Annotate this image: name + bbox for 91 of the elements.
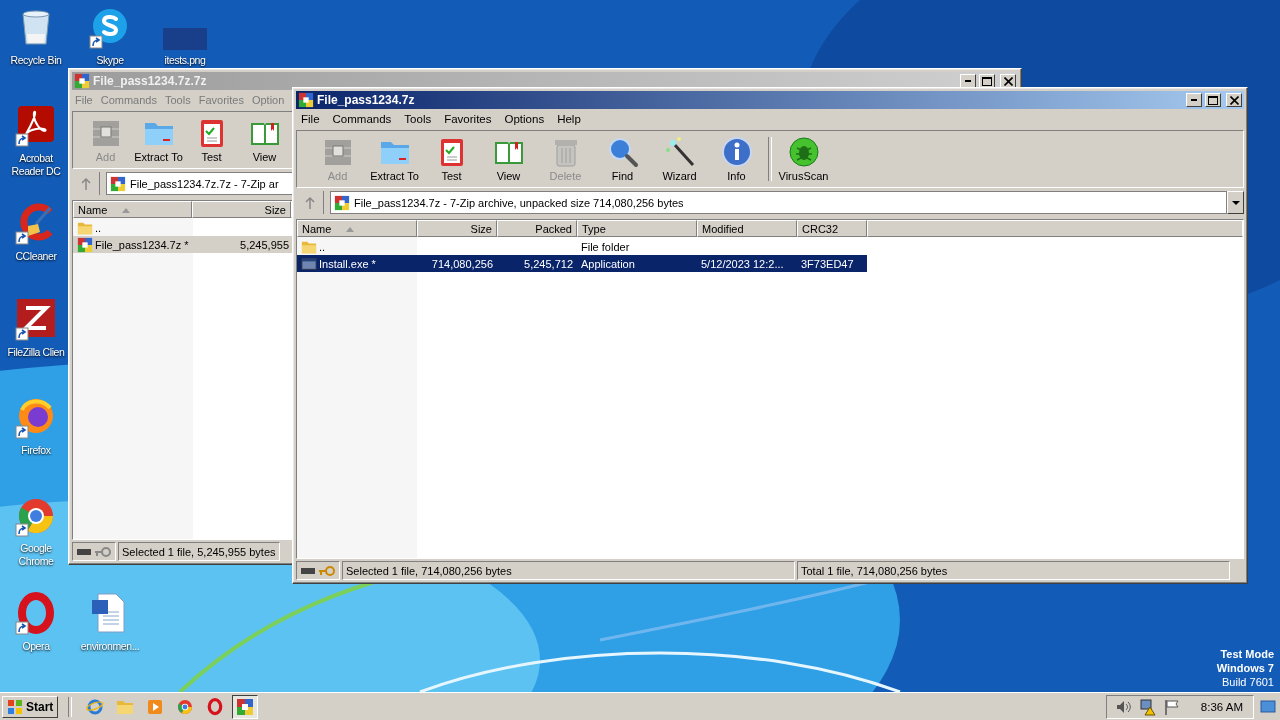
- taskbar-app-button[interactable]: [232, 694, 259, 719]
- minimize-button[interactable]: [1186, 93, 1202, 107]
- image-file-icon: [163, 28, 207, 50]
- bug-icon: [787, 136, 820, 168]
- table-cell: ..: [319, 240, 326, 253]
- address-field[interactable]: File_pass1234.7z - 7-Zip archive, unpacked size 714,080,256 bytes: [330, 191, 1227, 214]
- archive-icon: [110, 175, 126, 192]
- menu-item[interactable]: File: [301, 112, 320, 125]
- table-cell: 5,245,712: [524, 257, 573, 270]
- close-icon: [1003, 76, 1013, 86]
- clock[interactable]: 8:36 AM: [1200, 700, 1243, 713]
- desktop-shortcut[interactable]: Acrobat Reader DC: [3, 104, 69, 178]
- maximize-button[interactable]: [1205, 93, 1221, 107]
- column-header[interactable]: Size: [417, 220, 497, 237]
- table-cell: Install.exe *: [319, 257, 376, 270]
- archive-icon: [77, 236, 93, 253]
- close-icon: [1229, 95, 1239, 105]
- column-header[interactable]: Size: [191, 201, 291, 218]
- ftp-client-icon: [14, 298, 58, 342]
- window-title: File_pass1234.7z: [317, 93, 415, 107]
- table-cell: ..: [95, 221, 102, 234]
- info-icon: [720, 136, 753, 168]
- toolbar-button[interactable]: Info: [708, 132, 765, 186]
- table-cell: 3F73ED47: [801, 257, 854, 270]
- window-title: File_pass1234.7z.7z: [93, 74, 207, 88]
- menu-item[interactable]: Tools: [404, 112, 432, 125]
- table-cell: File_pass1234.7z *: [95, 238, 189, 251]
- maximize-icon: [982, 76, 992, 86]
- column-header[interactable]: Type: [577, 220, 697, 237]
- up-arrow-icon: [80, 177, 91, 190]
- menu-item[interactable]: Options: [504, 112, 545, 125]
- os-notice-text: Windows 7: [1216, 661, 1274, 675]
- column-header[interactable]: Name: [297, 220, 417, 237]
- start-button[interactable]: Start: [2, 695, 59, 718]
- media-player-icon: [146, 697, 165, 716]
- search-icon: [606, 136, 639, 168]
- toolbar-button[interactable]: VirusScan: [775, 132, 832, 186]
- browser-icon: [176, 697, 195, 716]
- column-header[interactable]: Modified: [697, 220, 797, 237]
- maximize-icon: [1208, 95, 1218, 105]
- status-text: Total 1 file, 714,080,256 bytes: [797, 561, 1230, 580]
- toolbar-button[interactable]: Test: [423, 132, 480, 186]
- windows-flag-icon: [7, 698, 23, 715]
- desktop-shortcut[interactable]: FileZilla Clien: [3, 298, 69, 359]
- key-icon: [318, 564, 336, 577]
- file-row[interactable]: Install.exe * 714,080,256 5,245,712 Application 5/12/2023 12:2... 3F73ED47: [297, 255, 867, 272]
- web-browser-icon: [86, 697, 105, 716]
- dropdown-button[interactable]: [1227, 191, 1244, 214]
- os-notice-text: Test Mode: [1220, 647, 1274, 661]
- status-text: Selected 1 file, 714,080,256 bytes: [342, 561, 795, 580]
- desktop-shortcut[interactable]: Skype: [77, 6, 143, 67]
- desktop-shortcut[interactable]: CCleaner: [3, 202, 69, 263]
- file-row[interactable]: ..: [73, 219, 293, 236]
- status-text: Selected 1 file, 5,245,955 bytes: [118, 542, 280, 561]
- toolbar-button[interactable]: Extract To: [366, 132, 423, 186]
- toolbar-button[interactable]: View: [480, 132, 537, 186]
- table-cell: 5/12/2023 12:2...: [701, 257, 784, 270]
- network-warning-icon[interactable]: [1138, 697, 1157, 716]
- table-cell: Application: [581, 257, 635, 270]
- menu-item[interactable]: Commands: [332, 112, 392, 125]
- archive-icon: [236, 697, 255, 716]
- application-icon: [301, 255, 317, 272]
- file-row[interactable]: .. File folder: [297, 238, 867, 255]
- archive-icon: [298, 92, 314, 108]
- menu-item[interactable]: Help: [557, 112, 581, 125]
- table-cell: 714,080,256: [431, 257, 493, 270]
- flag-icon[interactable]: [1162, 697, 1181, 716]
- column-header[interactable]: CRC32: [797, 220, 867, 237]
- caret-icon: [1231, 200, 1240, 205]
- magic-wand-icon: [663, 136, 696, 168]
- up-arrow-icon: [304, 196, 315, 209]
- drive-icon: [300, 565, 316, 576]
- file-row[interactable]: File_pass1234.7z * 5,245,955: [73, 236, 293, 253]
- minimize-icon: [1191, 99, 1197, 101]
- menu-item[interactable]: Favorites: [444, 112, 492, 125]
- desktop-shortcut[interactable]: Recycle Bin: [3, 6, 69, 67]
- close-button[interactable]: [1226, 93, 1242, 107]
- desktop-shortcut[interactable]: itests.png: [152, 6, 218, 67]
- table-cell: 5,245,955: [240, 238, 289, 251]
- toolbar-button[interactable]: Wizard: [651, 132, 708, 186]
- column-header[interactable]: Packed: [497, 220, 577, 237]
- table-cell: File folder: [581, 240, 630, 253]
- column-header[interactable]: Name: [73, 201, 192, 218]
- archive-icon: [74, 73, 90, 89]
- minimize-icon: [965, 80, 971, 82]
- key-icon: [94, 545, 112, 558]
- drive-icon: [76, 546, 92, 557]
- browser-icon: [206, 697, 225, 716]
- toolbar-button[interactable]: Find: [594, 132, 651, 186]
- os-notice-text: Build 7601: [1222, 675, 1274, 689]
- archive-icon: [334, 194, 350, 211]
